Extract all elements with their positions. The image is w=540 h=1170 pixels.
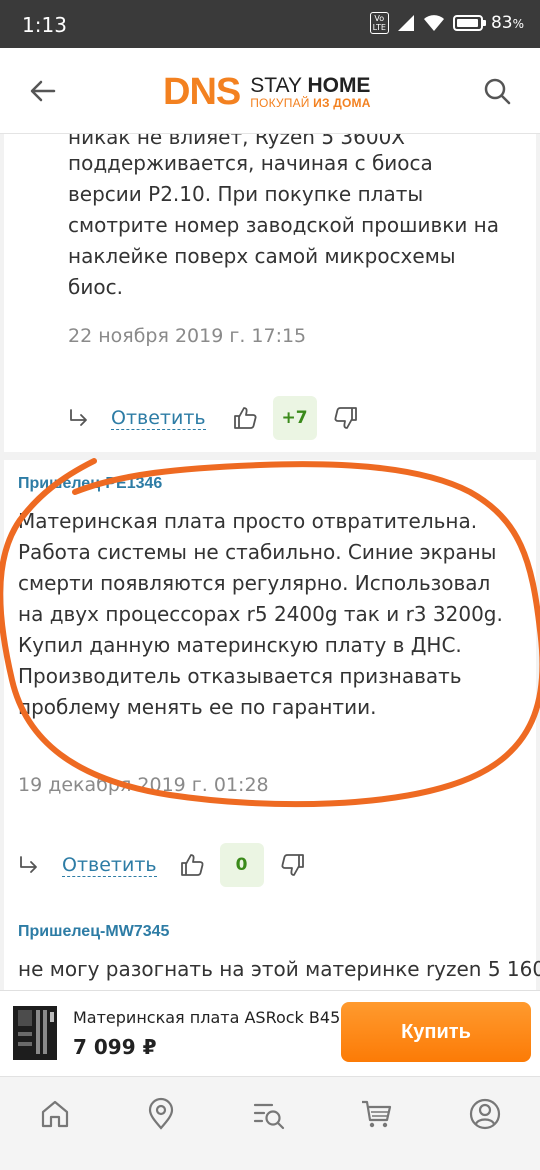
catalog-search-icon[interactable] [252, 1097, 286, 1131]
rating-score: +7 [272, 396, 317, 440]
comment-date: 19 декабря 2019 г. 01:28 [18, 774, 269, 796]
dns-logo[interactable]: DNS STAY HOME ПОКУПАЙ ИЗ ДОМА [163, 72, 371, 112]
status-bar: 1:13 Vo LTE 83% [0, 0, 540, 48]
volte-icon: Vo LTE [369, 12, 389, 34]
motherboard-image [13, 1006, 57, 1060]
thumbs-up-icon[interactable] [232, 405, 258, 431]
profile-icon[interactable] [468, 1097, 502, 1131]
rating-score: 0 [219, 843, 264, 887]
battery-icon [452, 15, 486, 31]
location-icon[interactable] [144, 1097, 178, 1131]
product-name[interactable]: Материнская плата ASRock B450... [73, 1008, 366, 1027]
comment-actions: Ответить +7 [68, 396, 359, 440]
comment-text: не могу разогнать на этой материнке ryze… [18, 957, 540, 981]
reply-link[interactable]: Ответить [111, 407, 206, 430]
comment-text: поддерживается, начиная с биоса версии P… [68, 151, 500, 299]
reply-arrow-icon[interactable] [18, 854, 40, 876]
buy-button[interactable]: Купить [341, 1002, 531, 1062]
search-icon[interactable] [482, 76, 512, 106]
signal-icon [397, 15, 414, 31]
comment-card: Пришелец-PE1346 Материнская плата просто… [4, 460, 536, 910]
logo-sub-b: ИЗ ДОМА [313, 95, 371, 110]
back-arrow-icon[interactable] [28, 76, 58, 106]
comment-date: 22 ноября 2019 г. 17:15 [68, 325, 307, 347]
comment-author[interactable]: Пришелец-MW7345 [18, 923, 169, 941]
product-price: 7 099 ₽ [73, 1035, 157, 1059]
logo-sub-a: ПОКУПАЙ [250, 95, 310, 110]
comment-author[interactable]: Пришелец-PE1346 [18, 475, 162, 493]
app-header: DNS STAY HOME ПОКУПАЙ ИЗ ДОМА [0, 48, 540, 134]
comment-card: Пришелец-MW7345 не могу разогнать на это… [4, 908, 540, 990]
cart-icon[interactable] [360, 1097, 394, 1131]
bottom-navigation [0, 1076, 540, 1170]
reviews-list: никак не влияет, Ryzen 5 3600X поддержив… [0, 134, 540, 990]
logo-dns: DNS [163, 71, 241, 113]
wifi-icon [423, 15, 444, 31]
status-icons: Vo LTE 83% [369, 12, 524, 34]
comment-text: Материнская плата просто отвратительна. … [18, 509, 503, 719]
product-bar: Материнская плата ASRock B450... 7 099 ₽… [0, 990, 540, 1076]
thumbs-down-icon[interactable] [333, 405, 359, 431]
comment-card: никак не влияет, Ryzen 5 3600X поддержив… [4, 134, 536, 452]
comment-actions: Ответить 0 [18, 843, 306, 887]
thumbs-up-icon[interactable] [179, 852, 205, 878]
battery-level: 83 [490, 13, 513, 33]
status-time: 1:13 [22, 13, 67, 37]
reply-arrow-icon[interactable] [68, 407, 90, 429]
home-icon[interactable] [38, 1097, 72, 1131]
reply-link[interactable]: Ответить [62, 854, 157, 877]
thumbs-down-icon[interactable] [280, 852, 306, 878]
logo-home: HOME [307, 73, 371, 97]
logo-stay: STAY [250, 73, 302, 97]
